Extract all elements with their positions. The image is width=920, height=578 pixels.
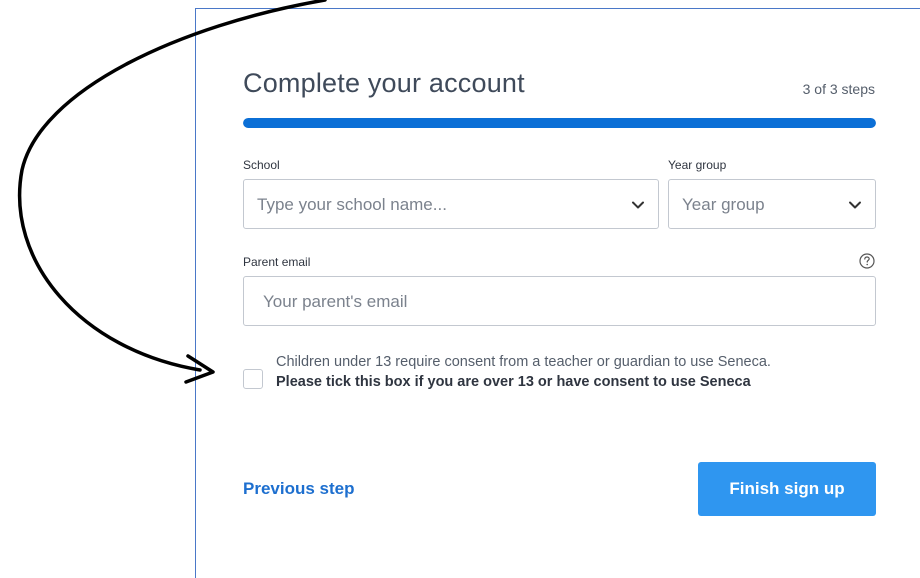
school-select[interactable]: Type your school name... <box>243 179 659 229</box>
year-group-label: Year group <box>668 158 727 172</box>
parent-email-placeholder: Your parent's email <box>263 292 408 311</box>
step-indicator: 3 of 3 steps <box>802 81 875 97</box>
consent-notice: Children under 13 require consent from a… <box>276 354 771 370</box>
page-title: Complete your account <box>243 68 525 98</box>
year-group-placeholder: Year group <box>682 195 765 214</box>
progress-bar <box>243 118 876 128</box>
consent-instruction: Please tick this box if you are over 13 … <box>276 374 751 390</box>
question-circle-icon[interactable] <box>858 252 876 270</box>
consent-checkbox[interactable] <box>243 369 263 389</box>
previous-step-link[interactable]: Previous step <box>243 479 355 499</box>
progress-fill <box>243 118 876 128</box>
chevron-down-icon <box>632 201 644 209</box>
finish-sign-up-button[interactable]: Finish sign up <box>698 462 876 516</box>
year-group-select[interactable]: Year group <box>668 179 876 229</box>
parent-email-field[interactable]: Your parent's email <box>243 276 876 326</box>
school-label: School <box>243 158 280 172</box>
parent-email-label: Parent email <box>243 255 311 269</box>
chevron-down-icon <box>849 201 861 209</box>
consent-text: Children under 13 require consent from a… <box>276 352 836 392</box>
school-placeholder: Type your school name... <box>257 195 447 214</box>
